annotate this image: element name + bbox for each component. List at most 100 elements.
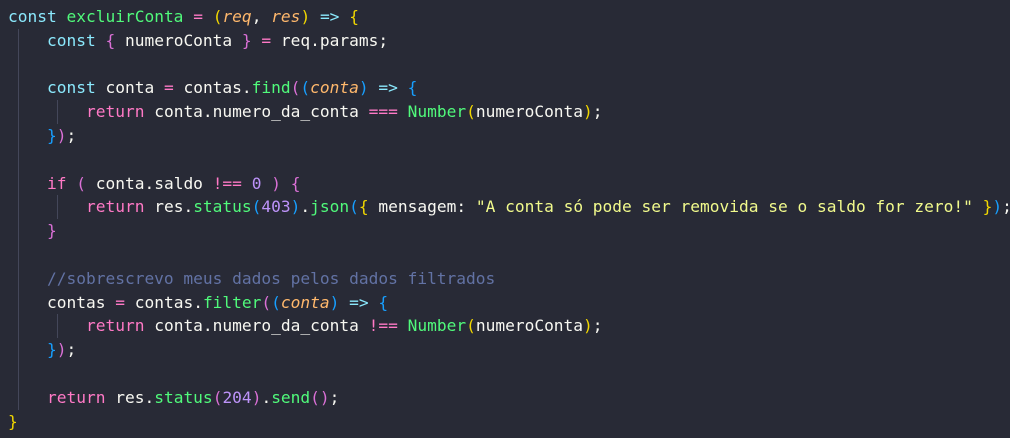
code-line[interactable]: });: [0, 338, 1010, 362]
code-token: =: [163, 78, 174, 98]
code-token: contas: [46, 292, 116, 312]
code-line[interactable]: contas = contas.filter((conta) => {: [0, 290, 1010, 315]
code-token: =: [261, 30, 272, 50]
indentation: [8, 293, 47, 312]
code-line[interactable]: return conta.numero_da_conta === Number(…: [0, 100, 1010, 124]
indent-guide: [18, 28, 19, 53]
code-token: ): [271, 173, 281, 193]
code-line[interactable]: [0, 242, 1010, 267]
code-token: return: [85, 102, 155, 122]
code-token: ): [300, 7, 311, 26]
code-token: ): [583, 316, 593, 336]
code-token: =: [193, 7, 203, 26]
code-token: ;: [1002, 197, 1010, 216]
code-editor[interactable]: const excluirConta = (req, res) => { con…: [0, 0, 1010, 438]
indentation: [8, 174, 47, 193]
code-token: conta.numero_da_conta: [154, 102, 369, 122]
code-token: numeroConta: [475, 316, 584, 336]
indentation: [8, 316, 86, 335]
code-token: ): [319, 387, 330, 407]
code-token: ;: [592, 316, 603, 336]
code-line[interactable]: return res.status(204).send();: [0, 385, 1010, 410]
code-line[interactable]: if ( conta.saldo !== 0 ) {: [0, 171, 1010, 196]
code-line[interactable]: }: [0, 410, 1010, 434]
code-token: numeroConta: [475, 102, 584, 122]
indentation: [8, 102, 86, 121]
code-line[interactable]: });: [0, 123, 1010, 148]
code-line[interactable]: return conta.numero_da_conta !== Number(…: [0, 314, 1010, 339]
indentation: [8, 126, 47, 145]
code-token: ,: [251, 7, 272, 26]
indent-guide: [57, 314, 58, 339]
code-token: (: [261, 292, 272, 312]
indent-guide: [18, 219, 19, 243]
code-token: (: [466, 316, 476, 336]
indent-guide: [18, 195, 19, 220]
code-token: }: [982, 197, 993, 217]
indentation: [8, 197, 86, 216]
code-token: (: [290, 78, 301, 98]
code-token: }: [46, 125, 57, 145]
code-token: (: [271, 292, 281, 312]
code-token: send: [271, 387, 311, 407]
indent-guide: [18, 123, 19, 148]
code-line[interactable]: const { numeroConta } = req.params;: [0, 28, 1010, 53]
code-token: (: [310, 387, 320, 407]
code-line[interactable]: }: [0, 219, 1010, 243]
code-token: return: [46, 387, 116, 407]
code-line[interactable]: const excluirConta = (req, res) => {: [0, 5, 1010, 29]
code-token: {: [290, 173, 301, 193]
indent-guide: [18, 385, 19, 410]
code-token: }: [46, 340, 57, 360]
code-token: (: [349, 197, 359, 217]
code-line[interactable]: [0, 52, 1010, 77]
code-token: res: [271, 7, 301, 26]
code-token: (: [212, 387, 223, 407]
code-token: {: [378, 292, 389, 312]
code-token: {: [407, 78, 418, 98]
code-token: res.: [115, 387, 155, 407]
code-token: (: [300, 78, 311, 98]
indentation: [8, 364, 47, 383]
indent-guide: [18, 171, 19, 196]
code-token: find: [251, 78, 291, 98]
indent-guide: [18, 266, 19, 291]
code-token: contas.: [124, 292, 203, 312]
code-token: =>: [319, 7, 340, 26]
code-line[interactable]: //sobrescrevo meus dados pelos dados fil…: [0, 266, 1010, 291]
code-line[interactable]: [0, 361, 1010, 386]
code-line[interactable]: return res.status(403).json({ mensagem: …: [0, 195, 1010, 220]
code-token: //sobrescrevo meus dados pelos dados fil…: [46, 268, 496, 288]
code-token: mensagem:: [368, 197, 476, 217]
code-token: =>: [378, 78, 398, 98]
code-token: const: [46, 30, 106, 50]
indent-guide: [57, 100, 58, 124]
code-line[interactable]: const conta = contas.find((conta) => {: [0, 76, 1010, 101]
code-token: ): [290, 197, 301, 217]
indent-guide: [57, 195, 58, 220]
indentation: [8, 269, 47, 288]
code-token: req.params;: [271, 30, 389, 50]
code-token: res.: [154, 197, 194, 217]
indent-guide: [18, 338, 19, 362]
code-token: !==: [368, 316, 398, 336]
indentation: [8, 388, 47, 407]
code-token: (: [466, 102, 476, 122]
code-token: const: [8, 7, 67, 26]
code-token: ): [992, 197, 1003, 217]
code-token: conta.numero_da_conta: [154, 316, 369, 336]
code-token: =>: [349, 292, 369, 312]
code-token: (: [251, 197, 262, 217]
code-line[interactable]: [0, 147, 1010, 172]
code-token: return: [85, 316, 155, 336]
